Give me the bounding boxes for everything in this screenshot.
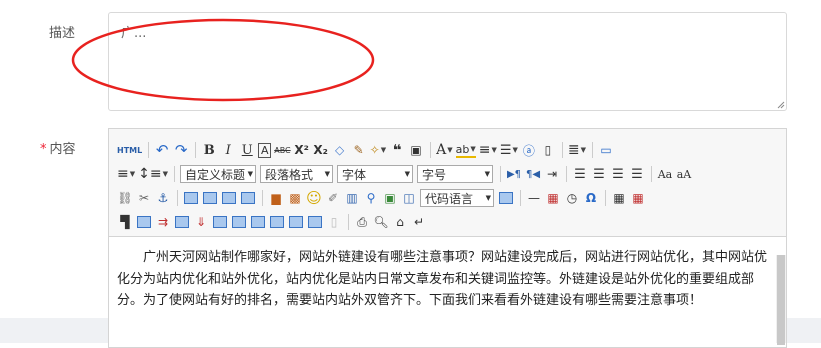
image-right-icon[interactable] [221, 188, 237, 208]
attachment-icon[interactable]: ⚲ [363, 188, 379, 208]
toolbar-row-1: HTML ↶ ↷ B I U A ABC X² X₂ ◇ ✎ ✧ ▼ ❝ ▣ A ▼… [117, 139, 617, 161]
clear-doc-icon[interactable]: ▯ [540, 140, 556, 160]
split-to-cells-icon[interactable] [269, 212, 285, 232]
format-brush-icon[interactable]: ✎ [351, 140, 367, 160]
line-height-icon[interactable]: ↕≡ ▼ [138, 164, 168, 184]
toolbar-row-4: ▜ ⇉ ⇓ ▯ ⎙ 🔍︎ ⌂ ↵ [117, 211, 430, 233]
required-mark: * [40, 142, 47, 157]
merge-cells-icon[interactable] [212, 212, 228, 232]
emotion-icon[interactable]: ☺ [306, 188, 322, 208]
align-justify-icon[interactable]: ☰ [629, 164, 645, 184]
image-none-icon[interactable] [183, 188, 199, 208]
unlink-icon[interactable]: ✂ [136, 188, 152, 208]
rich-text-editor: HTML ↶ ↷ B I U A ABC X² X₂ ◇ ✎ ✧ ▼ ❝ ▣ A ▼… [108, 128, 787, 348]
special-chars-icon[interactable]: Ω [583, 188, 599, 208]
delete-table-icon[interactable]: ▦ [630, 188, 646, 208]
insert-paragraph-before-table-icon[interactable]: ▜ [117, 212, 133, 232]
subscript-button[interactable]: X₂ [313, 140, 329, 160]
simple-upload-icon[interactable]: ▆ [268, 188, 284, 208]
drafts-icon[interactable]: ⌂ [392, 212, 408, 232]
search-replace-icon[interactable]: 🔍︎ [373, 212, 389, 232]
time-icon[interactable]: ◷ [564, 188, 580, 208]
direction-ltr-icon[interactable]: ▶¶ [506, 164, 522, 184]
eraser-icon[interactable]: ◇ [332, 140, 348, 160]
font-border-button[interactable]: A [258, 142, 272, 158]
custom-title-select[interactable]: 自定义标题 ▼ [179, 165, 256, 183]
image-center-icon[interactable] [240, 188, 256, 208]
align-center-icon[interactable]: ☰ [591, 164, 607, 184]
pasteplain-icon[interactable]: ▣ [408, 140, 424, 160]
toolbar-row-2: ≡ ▼ ↕≡ ▼ 自定义标题 ▼ 段落格式 ▼ 字体 ▼ 字号 ▼ ▶¶ ¶◀ ⇥ ☰ ☰ … [117, 163, 695, 185]
superscript-button[interactable]: X² [294, 140, 310, 160]
auto-typeset-icon[interactable]: ✧ ▼ [370, 140, 386, 160]
html-source-button[interactable]: HTML [117, 140, 142, 160]
touppercase-icon[interactable]: Aa [657, 164, 673, 184]
backcolor-button[interactable]: ab ▼ [455, 142, 476, 158]
anchor-icon[interactable]: ⚓ [155, 188, 171, 208]
align-left-icon[interactable]: ☰ [572, 164, 588, 184]
undo-icon[interactable]: ↶ [154, 140, 170, 160]
split-to-cols-icon[interactable] [307, 212, 323, 232]
scrollbar-thumb[interactable] [777, 255, 785, 345]
scrawl-icon[interactable]: ✐ [325, 188, 341, 208]
map-icon[interactable]: ▣ [382, 188, 398, 208]
delete-row-icon[interactable]: ⇉ [155, 212, 171, 232]
split-to-rows-icon[interactable] [288, 212, 304, 232]
align-right-icon[interactable]: ☰ [610, 164, 626, 184]
insert-image-icon[interactable]: ▩ [287, 188, 303, 208]
insert-col-icon[interactable] [174, 212, 190, 232]
blockquote-icon[interactable]: ❝ [389, 140, 405, 160]
row-spacing-top-icon[interactable]: ≣ ▼ [568, 140, 586, 160]
ordered-list-icon[interactable]: ≡ ▼ [479, 140, 497, 160]
toolbar-row-3: ⛓ ✂ ⚓ ▆ ▩ ☺ ✐ ▥ ⚲ ▣ ◫ 代码语言 ▼ — ▦ ◷ Ω ▦ ▦ [117, 187, 649, 209]
template-icon[interactable] [498, 188, 514, 208]
insert-frame-icon[interactable]: ◫ [401, 188, 417, 208]
insert-video-icon[interactable]: ▥ [344, 188, 360, 208]
strikethrough-button[interactable]: ABC [274, 140, 290, 160]
insert-table-icon[interactable]: ▦ [611, 188, 627, 208]
preview-icon[interactable]: ▭ [598, 140, 614, 160]
bold-button[interactable]: B [201, 140, 217, 160]
link-icon[interactable]: ⛓ [117, 188, 133, 208]
date-icon[interactable]: ▦ [545, 188, 561, 208]
indent-icon[interactable]: ⇥ [544, 164, 560, 184]
horizontal-rule-icon[interactable]: — [526, 188, 542, 208]
direction-rtl-icon[interactable]: ¶◀ [525, 164, 541, 184]
print-icon[interactable]: ⎙ [354, 212, 370, 232]
redo-icon[interactable]: ↷ [173, 140, 189, 160]
content-label: * 内容 [40, 142, 76, 157]
image-left-icon[interactable] [202, 188, 218, 208]
select-all-icon[interactable]: ⓐ [521, 140, 537, 160]
tolowercase-icon[interactable]: aA [676, 164, 692, 184]
red-annotation-circle [71, 18, 375, 102]
insert-row-icon[interactable] [136, 212, 152, 232]
merge-down-icon[interactable] [250, 212, 266, 232]
row-spacing-bottom-icon[interactable]: ≡ ▼ [117, 164, 135, 184]
resize-handle-icon[interactable] [777, 101, 785, 109]
delete-col-icon[interactable]: ⇓ [193, 212, 209, 232]
merge-right-icon[interactable] [231, 212, 247, 232]
charts-icon[interactable]: ▯ [326, 212, 342, 232]
font-family-select[interactable]: 字体 ▼ [336, 165, 413, 183]
underline-button[interactable]: U [239, 140, 255, 160]
italic-button[interactable]: I [220, 140, 236, 160]
paragraph-format-select[interactable]: 段落格式 ▼ [259, 165, 333, 183]
code-language-select[interactable]: 代码语言 ▼ [420, 189, 494, 207]
editor-content[interactable]: 广州天河网站制作哪家好，网站外链建设有哪些注意事项？网站建设完成后，网站进行网站… [117, 247, 772, 312]
forecolor-button[interactable]: A ▼ [436, 140, 453, 160]
font-size-select[interactable]: 字号 ▼ [416, 165, 493, 183]
editor-scrollbar[interactable] [776, 255, 786, 345]
editor-toolbar: HTML ↶ ↷ B I U A ABC X² X₂ ◇ ✎ ✧ ▼ ❝ ▣ A ▼… [109, 129, 786, 237]
help-icon[interactable]: ↵ [411, 212, 427, 232]
unordered-list-icon[interactable]: ☰ ▼ [500, 140, 518, 160]
